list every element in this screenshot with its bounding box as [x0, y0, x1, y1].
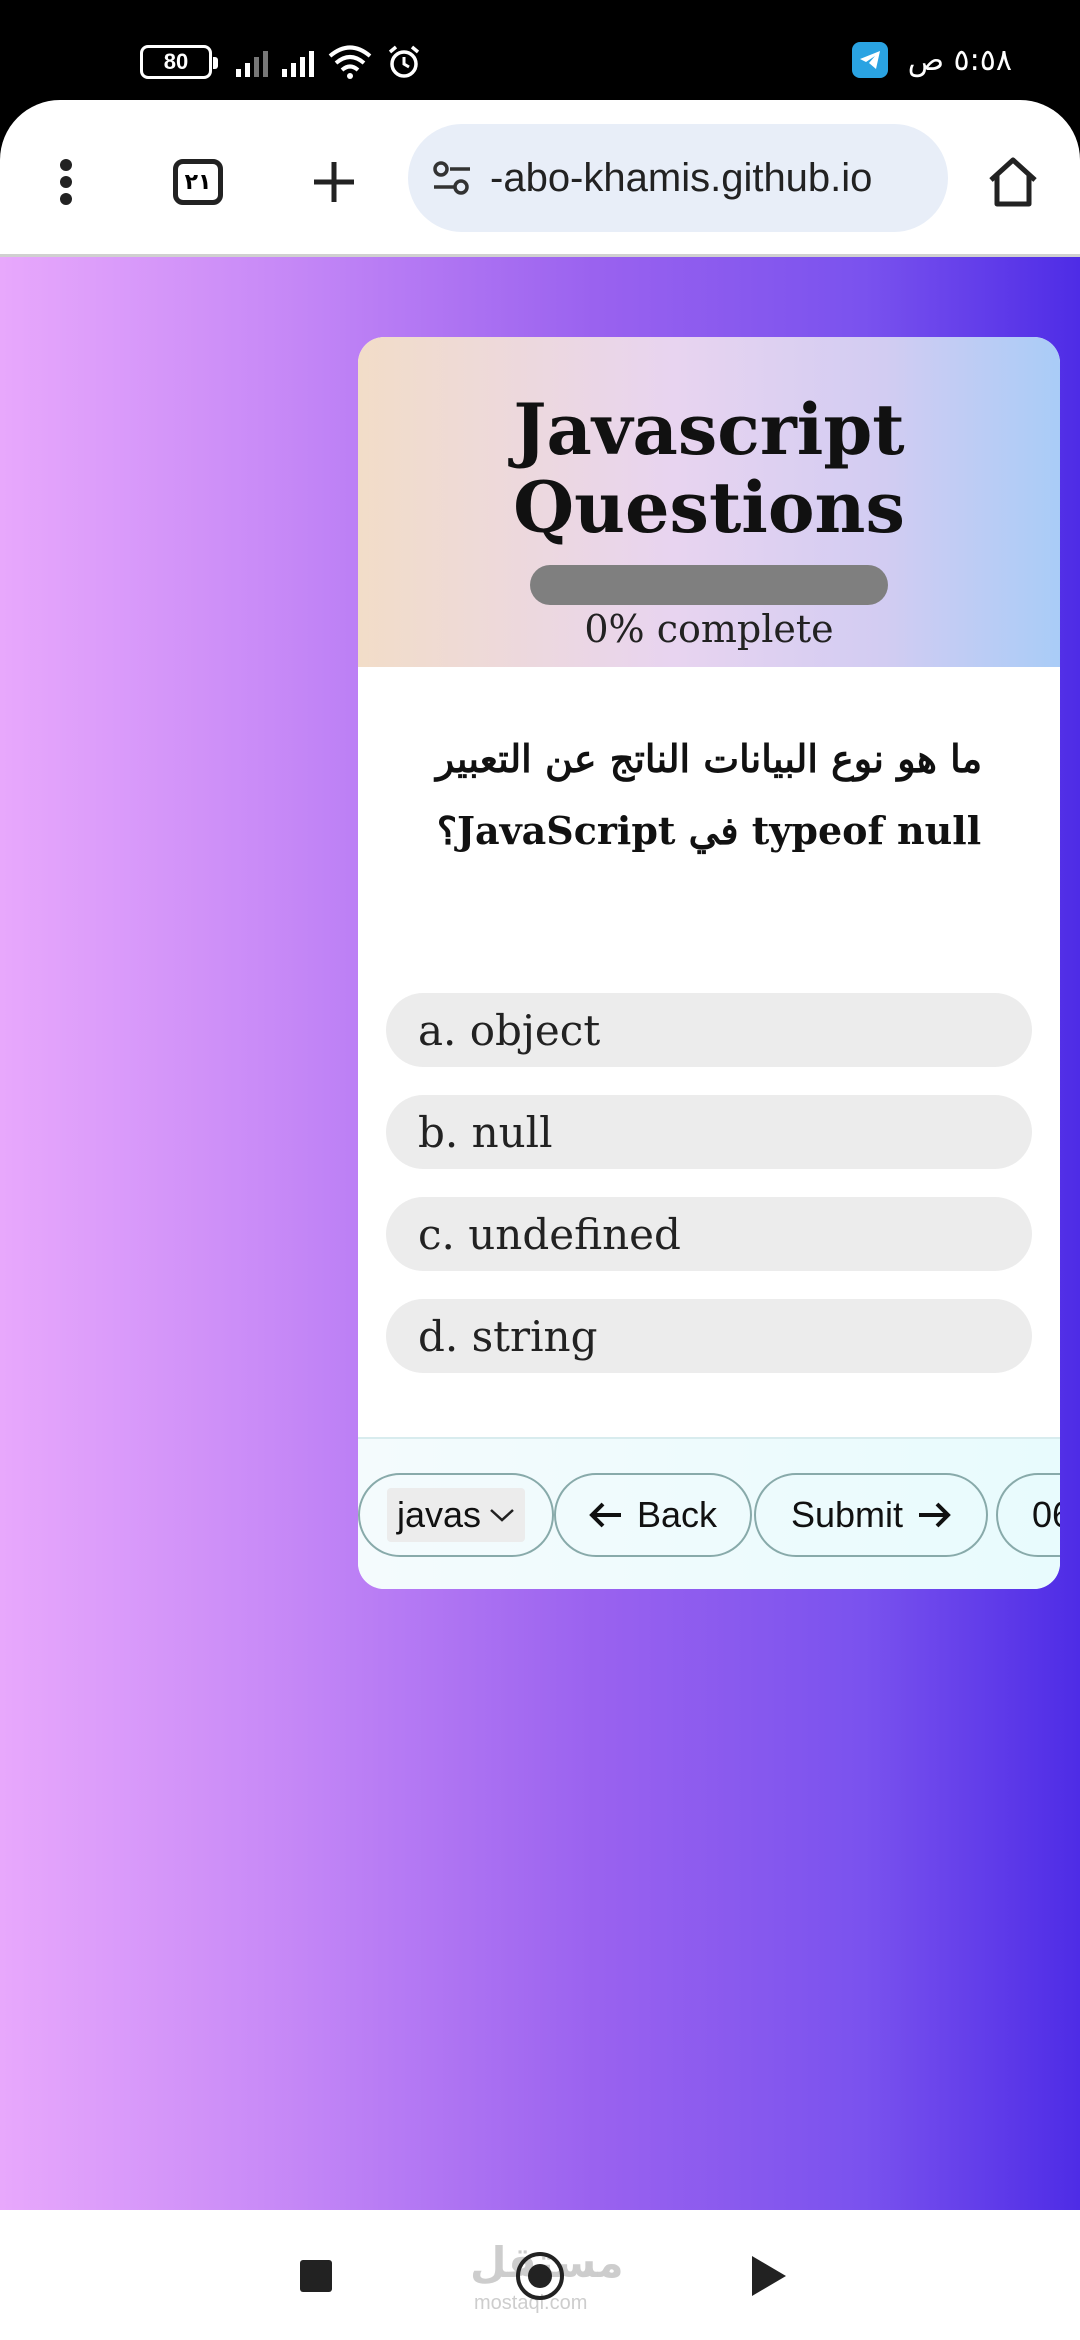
page-background: Javascript Questions 0% complete ما هو ن… [0, 257, 1080, 2210]
browser-toolbar: ٢١ -abo-khamis.github.io [0, 100, 1080, 256]
url-text: -abo-khamis.github.io [490, 155, 873, 200]
back-button-label: Back [636, 1494, 718, 1535]
system-nav-bar: مستقل mostaql.com [0, 2210, 1080, 2340]
wifi-icon [328, 45, 372, 79]
recents-icon[interactable] [300, 2260, 332, 2292]
category-select[interactable]: javas [386, 1488, 526, 1542]
telegram-icon [851, 42, 888, 78]
quiz-title: Javascript Questions [358, 391, 1060, 547]
status-bar: 80 ٥:٥٨ ص [0, 0, 1080, 100]
option-c[interactable]: c. undefined [386, 1197, 1032, 1271]
home-icon[interactable] [973, 142, 1053, 222]
alarm-icon [388, 45, 420, 78]
quiz-card: Javascript Questions 0% complete ما هو ن… [358, 337, 1060, 1589]
battery-level: 80 [163, 49, 189, 74]
tabs-button[interactable]: ٢١ [158, 142, 238, 222]
question-line1: ما هو نوع البيانات الناتج عن التعبير [435, 736, 983, 781]
arrow-right-icon [919, 1502, 951, 1528]
quiz-title-line2: Questions [513, 466, 905, 549]
clock: ٥:٥٨ ص [907, 42, 1012, 78]
quiz-title-line1: Javascript [513, 388, 905, 471]
submit-button-label: Submit [790, 1494, 904, 1535]
battery-icon: 80 [140, 45, 218, 79]
progress-label: 0% complete [584, 607, 834, 651]
tabs-count: ٢١ [173, 159, 223, 205]
arrow-left-icon [589, 1502, 621, 1528]
new-tab-plus-icon[interactable] [294, 142, 374, 222]
option-a[interactable]: a. object [386, 993, 1032, 1067]
chevron-down-icon [490, 1509, 514, 1522]
question-line2: typeof null في JavaScript؟ [436, 808, 982, 853]
home-button-icon[interactable] [516, 2252, 564, 2300]
signal-icon [236, 47, 268, 77]
progress-bar [530, 565, 888, 605]
status-icons-right: ٥:٥٨ ص [851, 42, 1012, 78]
quiz-header: Javascript Questions 0% complete [358, 337, 1060, 667]
back-triangle-icon[interactable] [752, 2256, 786, 2296]
option-b[interactable]: b. null [386, 1095, 1032, 1169]
status-icons-left: 80 [140, 38, 422, 86]
category-select-wrapper: javas [358, 1473, 554, 1557]
address-bar[interactable]: -abo-khamis.github.io [408, 124, 948, 232]
option-d[interactable]: d. string [386, 1299, 1032, 1373]
back-button[interactable]: Back [554, 1473, 752, 1557]
submit-button[interactable]: Submit [754, 1473, 988, 1557]
timer-value: 06 [1032, 1494, 1060, 1535]
menu-kebab-icon[interactable] [26, 142, 106, 222]
category-select-value: javas [396, 1494, 482, 1535]
signal-icon-2 [282, 47, 314, 77]
answer-options: a. object b. null c. undefined d. string [386, 993, 1032, 1401]
quiz-footer: javas Back Submit 06 [358, 1437, 1060, 1589]
question-text: ما هو نوع البيانات الناتج عن التعبير typ… [358, 667, 1060, 867]
site-settings-icon[interactable] [430, 160, 474, 196]
timer-pill: 06 [996, 1473, 1060, 1557]
